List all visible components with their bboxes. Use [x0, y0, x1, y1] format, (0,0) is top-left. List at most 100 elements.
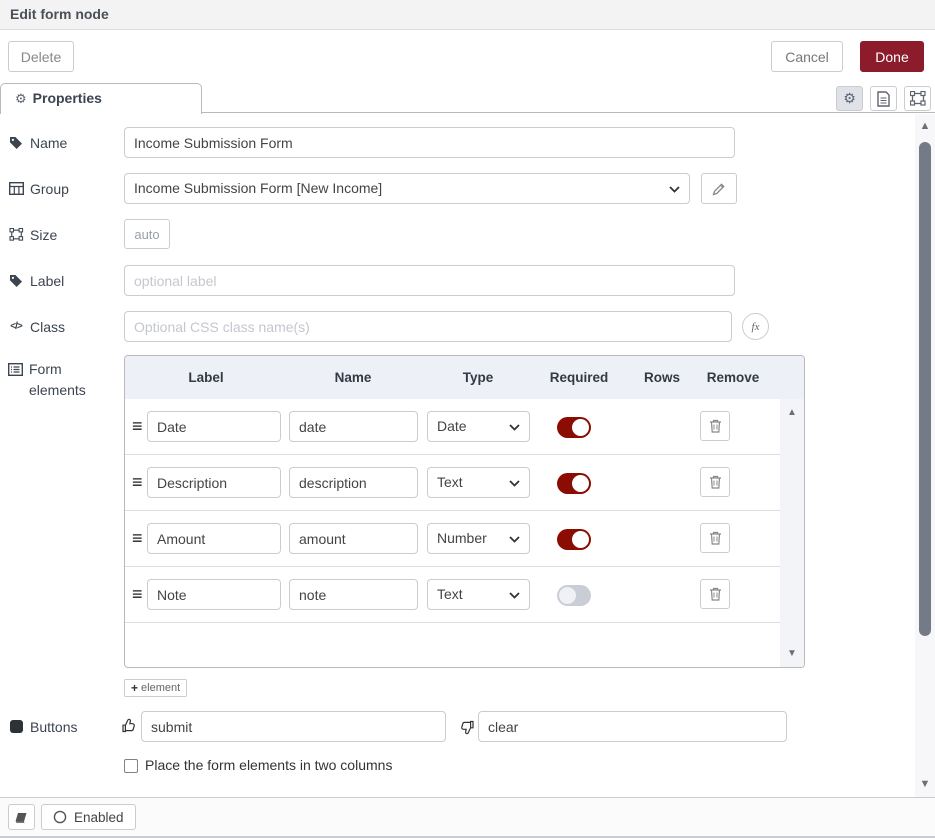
chevron-down-icon	[509, 480, 520, 487]
trash-icon	[709, 419, 722, 433]
tab-properties-label: Properties	[33, 90, 102, 106]
frame-icon	[910, 91, 926, 106]
name-input[interactable]	[124, 127, 735, 158]
cancel-button[interactable]: Cancel	[771, 41, 843, 72]
two-columns-checkbox[interactable]	[124, 759, 138, 773]
form-elements-field-label: Form elements	[8, 359, 108, 401]
element-label-input[interactable]	[147, 523, 281, 554]
remove-element-button[interactable]	[700, 523, 730, 553]
enabled-label: Enabled	[74, 810, 124, 825]
form-elements-table: Label Name Type Required Rows Remove ≡ D…	[124, 355, 805, 668]
column-header-label: Label	[188, 356, 223, 399]
drag-handle-icon[interactable]: ≡	[132, 584, 143, 604]
triangle-down-icon[interactable]: ▼	[915, 777, 935, 791]
required-toggle[interactable]	[557, 417, 591, 438]
drag-handle-icon[interactable]: ≡	[132, 416, 143, 436]
document-icon-button[interactable]	[870, 86, 897, 111]
fx-icon: fx	[752, 321, 760, 333]
scrollbar-thumb[interactable]	[919, 142, 931, 636]
submit-button-text-input[interactable]	[141, 711, 446, 742]
remove-element-button[interactable]	[700, 579, 730, 609]
node-help-button[interactable]	[8, 804, 35, 830]
table-scrollbar[interactable]: ▲ ▼	[780, 399, 804, 667]
edit-group-button[interactable]	[701, 173, 737, 204]
label-field-label: Label	[8, 265, 64, 296]
chevron-down-icon	[509, 592, 520, 599]
required-toggle[interactable]	[557, 473, 591, 494]
tab-properties[interactable]: ⚙ Properties	[0, 83, 202, 114]
class-field-label: </> Class	[8, 311, 65, 342]
chevron-down-icon	[509, 536, 520, 543]
tag-icon	[8, 136, 24, 150]
expression-button[interactable]: fx	[742, 313, 769, 340]
element-label-input[interactable]	[147, 467, 281, 498]
properties-panel: Name Group Income Submission Form [New I…	[0, 114, 935, 797]
element-type-select[interactable]: Number	[427, 523, 530, 554]
required-toggle[interactable]	[557, 529, 591, 550]
form-elements-table-header: Label Name Type Required Rows Remove	[125, 356, 804, 399]
element-name-input[interactable]	[289, 467, 418, 498]
remove-element-button[interactable]	[700, 467, 730, 497]
triangle-up-icon[interactable]: ▲	[915, 119, 935, 133]
enabled-toggle-button[interactable]: Enabled	[41, 804, 136, 830]
chevron-down-icon	[509, 424, 520, 431]
dialog-footer: Enabled	[0, 797, 935, 836]
tag-icon	[8, 274, 24, 288]
element-label-input[interactable]	[147, 411, 281, 442]
circle-icon	[53, 810, 67, 824]
list-alt-icon	[8, 363, 23, 376]
chevron-down-icon	[669, 186, 680, 193]
element-row: ≡ Text	[125, 567, 780, 623]
group-select-value: Income Submission Form [New Income]	[134, 180, 382, 196]
pencil-icon	[712, 182, 726, 196]
column-header-name: Name	[335, 356, 372, 399]
size-field-label: Size	[8, 219, 57, 250]
done-button[interactable]: Done	[860, 41, 924, 72]
group-select[interactable]: Income Submission Form [New Income]	[124, 173, 690, 204]
gear-icon: ⚙	[843, 90, 856, 107]
thumbs-up-icon	[121, 718, 137, 734]
required-toggle[interactable]	[557, 585, 591, 606]
document-icon	[877, 91, 890, 107]
drag-handle-icon[interactable]: ≡	[132, 472, 143, 492]
element-row: ≡ Date	[125, 399, 780, 455]
main-scrollbar[interactable]: ▲ ▼	[915, 114, 935, 797]
size-auto-button[interactable]: auto	[124, 219, 170, 249]
element-label-input[interactable]	[147, 579, 281, 610]
class-input[interactable]	[124, 311, 732, 342]
square-icon	[8, 720, 24, 733]
gear-icon-button[interactable]: ⚙	[836, 86, 863, 111]
column-header-type: Type	[463, 356, 494, 399]
frame-icon-button[interactable]	[904, 86, 931, 111]
element-type-select[interactable]: Date	[427, 411, 530, 442]
triangle-up-icon[interactable]: ▲	[780, 407, 804, 418]
element-name-input[interactable]	[289, 579, 418, 610]
element-row: ≡ Number	[125, 511, 780, 567]
object-group-icon	[8, 228, 24, 241]
two-columns-checkbox-label: Place the form elements in two columns	[145, 757, 392, 773]
column-header-remove: Remove	[707, 356, 760, 399]
trash-icon	[709, 475, 722, 489]
trash-icon	[709, 587, 722, 601]
action-bar: Delete Cancel Done	[0, 31, 935, 83]
delete-button[interactable]: Delete	[8, 41, 74, 72]
element-name-input[interactable]	[289, 411, 418, 442]
drag-handle-icon[interactable]: ≡	[132, 528, 143, 548]
thumbs-down-icon	[459, 719, 475, 735]
plus-icon: +	[131, 681, 138, 695]
dialog-title: Edit form node	[0, 0, 935, 30]
edit-form-node-dialog: Edit form node Delete Cancel Done ⚙ Prope…	[0, 0, 935, 838]
label-input[interactable]	[124, 265, 735, 296]
remove-element-button[interactable]	[700, 411, 730, 441]
buttons-field-label: Buttons	[8, 711, 77, 742]
add-element-button[interactable]: + element	[124, 679, 187, 697]
triangle-down-icon[interactable]: ▼	[780, 648, 804, 659]
name-field-label: Name	[8, 127, 67, 158]
element-type-select[interactable]: Text	[427, 579, 530, 610]
column-header-required: Required	[550, 356, 609, 399]
element-name-input[interactable]	[289, 523, 418, 554]
element-type-select[interactable]: Text	[427, 467, 530, 498]
group-field-label: Group	[8, 173, 69, 204]
gear-icon: ⚙	[15, 91, 27, 106]
clear-button-text-input[interactable]	[478, 711, 787, 742]
